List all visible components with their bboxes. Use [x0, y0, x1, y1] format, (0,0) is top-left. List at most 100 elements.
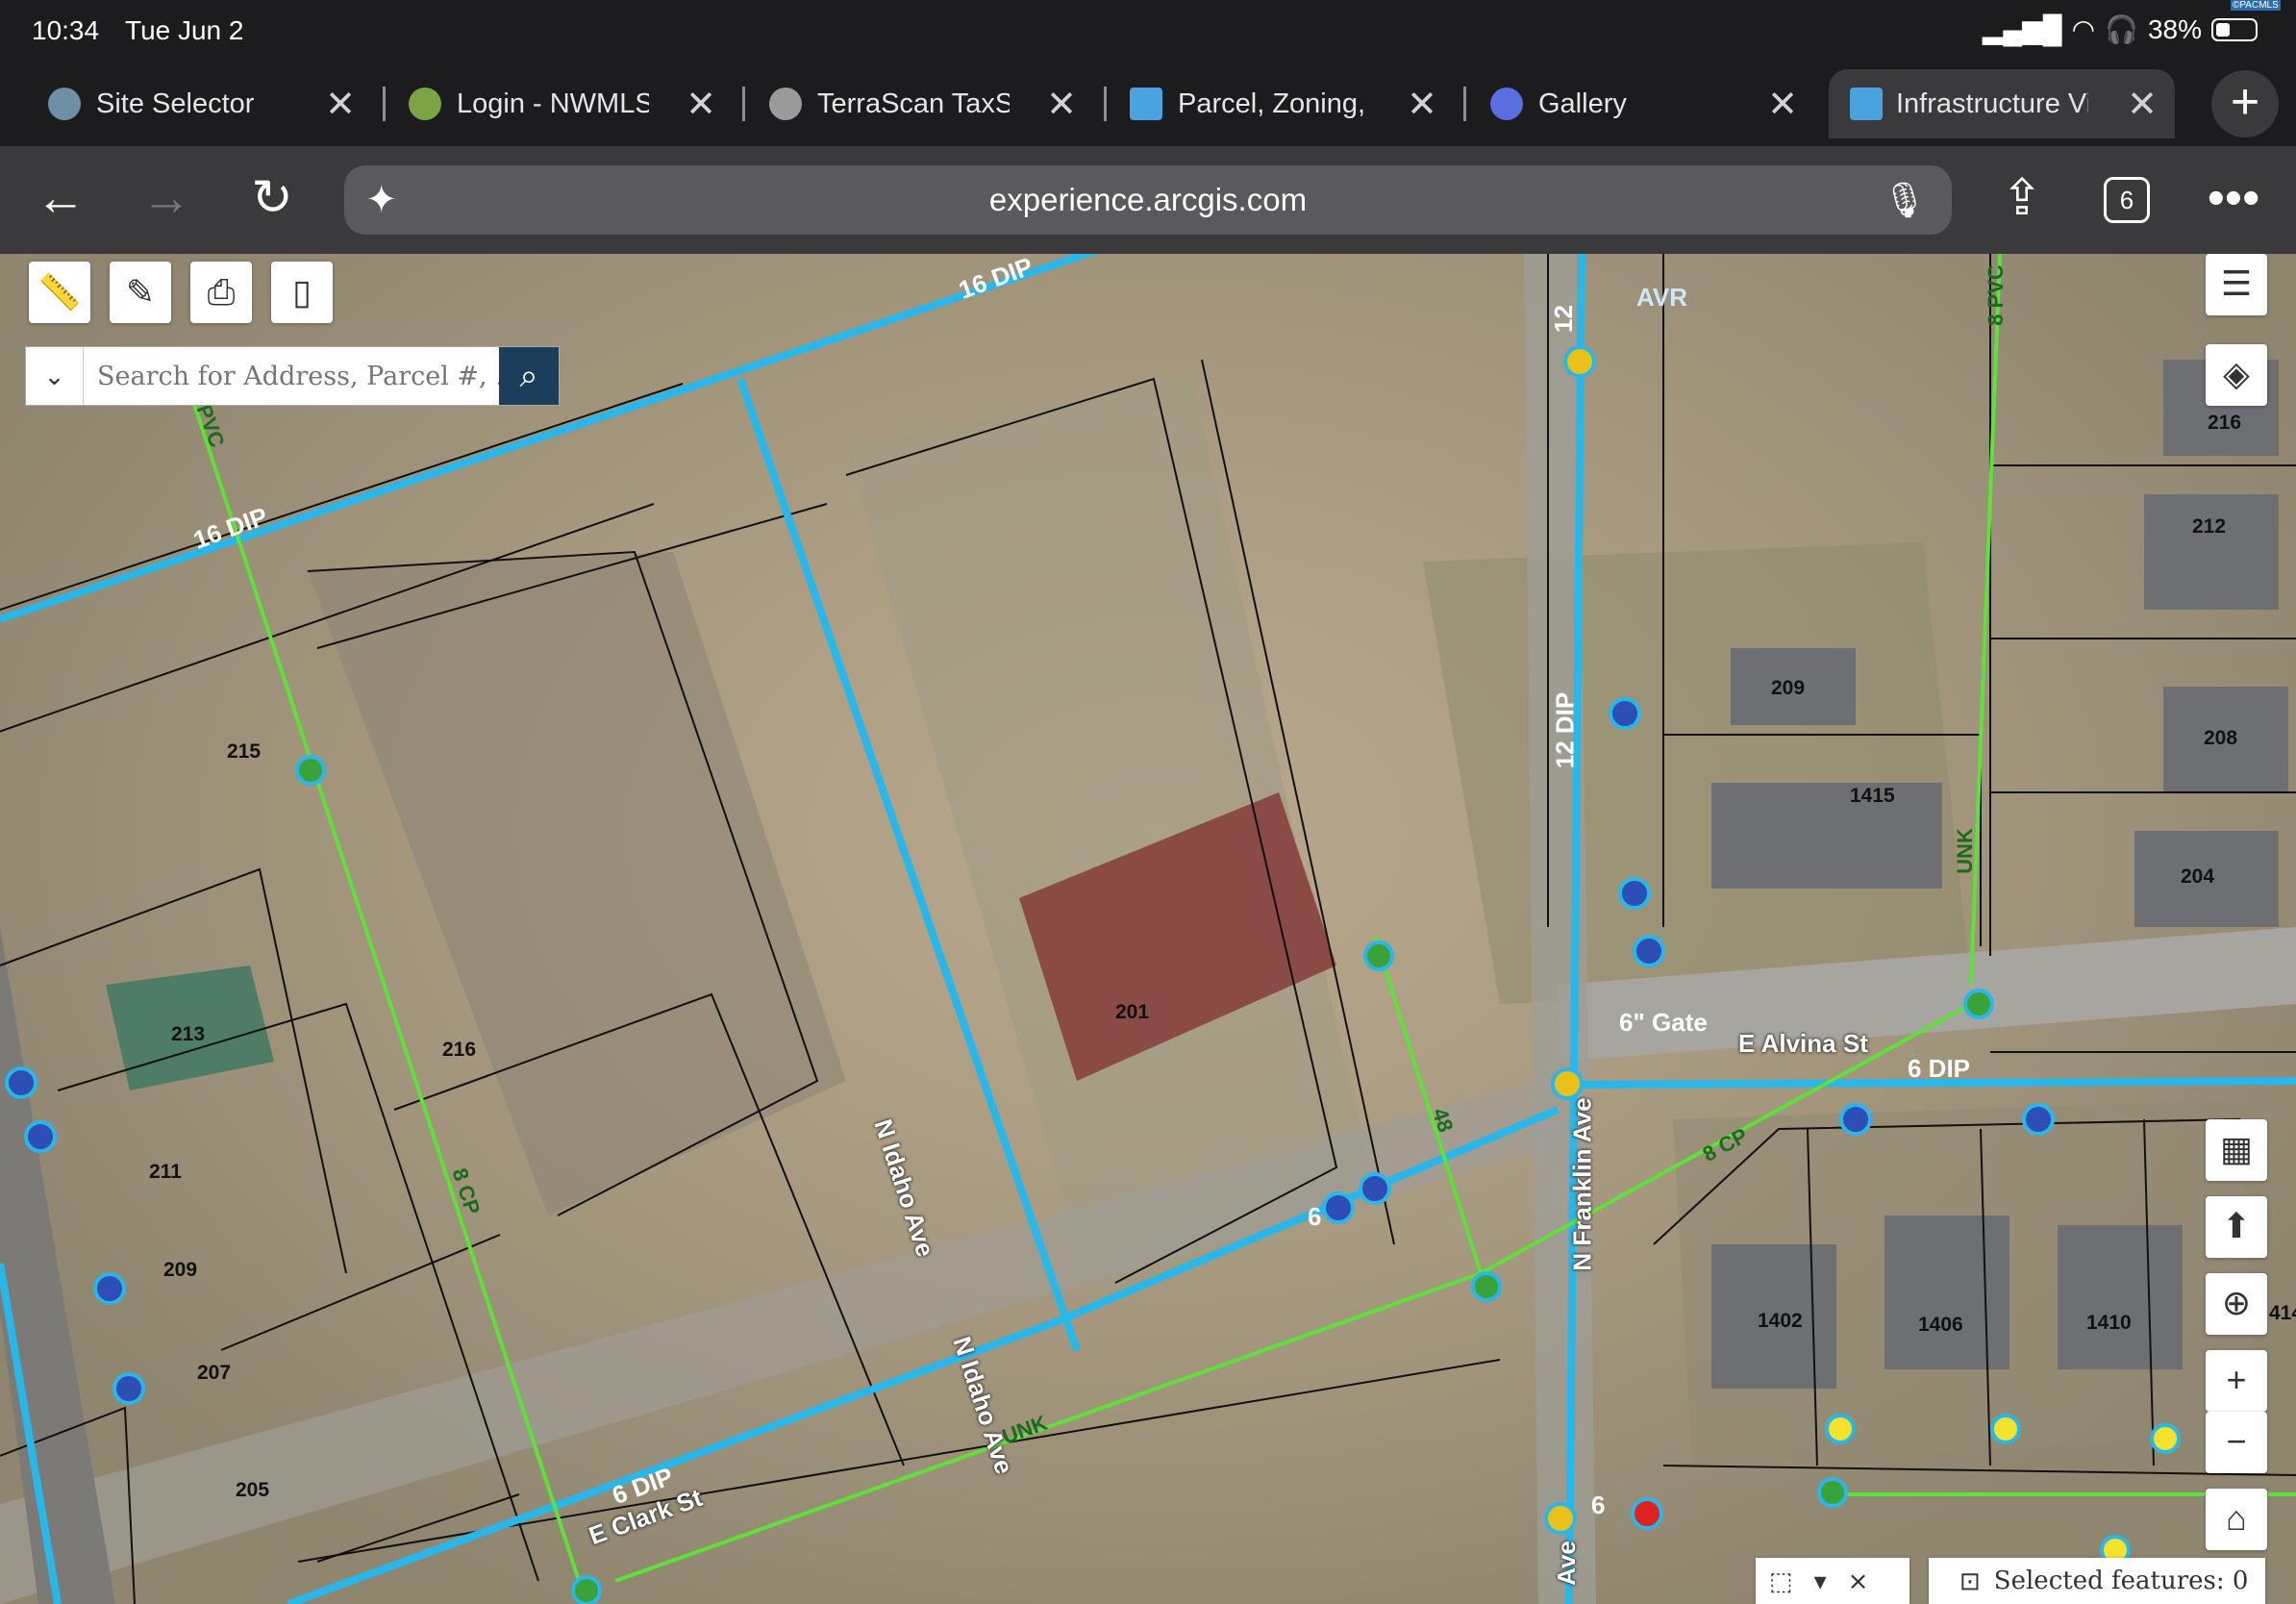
- copyright-badge: ©PACMLS: [2231, 0, 2281, 11]
- draw-icon: ✎: [125, 272, 156, 312]
- tab-terrascan[interactable]: TerraScan TaxSi ✕: [769, 69, 1077, 138]
- sewer-main-8pvc: [1969, 254, 2002, 986]
- back-arrow-icon[interactable]: ←: [27, 167, 94, 235]
- parcel-label: 216: [442, 1039, 477, 1061]
- tab-divider: [742, 87, 745, 121]
- bookmark-button[interactable]: ▯: [271, 262, 333, 323]
- parcel-label: 209: [163, 1259, 198, 1281]
- street-label: E Alvina St: [1738, 1029, 1868, 1058]
- tab-title: Gallery: [1538, 88, 1627, 119]
- draw-button[interactable]: ✎: [110, 262, 171, 323]
- search-input[interactable]: [84, 347, 499, 405]
- street-label: N Franklin Ave: [1567, 1097, 1597, 1271]
- home-icon: ⌂: [2226, 1498, 2247, 1538]
- minus-icon: −: [2226, 1421, 2247, 1461]
- print-button[interactable]: ⎙: [190, 262, 252, 323]
- reload-icon[interactable]: ↻: [238, 167, 306, 235]
- tab-site-selector[interactable]: Site Selector ✕: [48, 69, 356, 138]
- url-text: experience.arcgis.com: [988, 182, 1308, 217]
- layers-button[interactable]: ◈: [2206, 344, 2267, 406]
- tab-infrastructure[interactable]: Infrastructure Vi ✕: [1829, 69, 2175, 138]
- close-icon[interactable]: ✕: [325, 83, 356, 126]
- tab-divider: [1104, 87, 1107, 121]
- road-surface: [0, 1081, 1577, 1604]
- gallery-icon: [1490, 88, 1523, 120]
- parcel-label: 216: [2208, 412, 2242, 434]
- zoom-in-button[interactable]: +: [2206, 1350, 2267, 1412]
- home-button[interactable]: ⌂: [2206, 1489, 2267, 1550]
- tab-title: TerraScan TaxSi: [817, 88, 1010, 119]
- measure-button[interactable]: 📏: [29, 262, 90, 323]
- close-icon[interactable]: ✕: [1407, 83, 1437, 126]
- forward-arrow-icon[interactable]: →: [133, 167, 200, 235]
- parcel-label: 215: [227, 740, 262, 763]
- tab-login-nwmls[interactable]: Login - NWMLS. ✕: [409, 69, 716, 138]
- arcgis-icon: [1130, 88, 1162, 120]
- tab-title: Login - NWMLS.: [457, 88, 649, 119]
- close-icon[interactable]: ✕: [1046, 83, 1077, 126]
- parcel-label: 1415: [1850, 785, 1895, 807]
- battery-icon: [2211, 17, 2258, 41]
- chevron-down-icon: ⌄: [43, 362, 65, 390]
- parcel-label: 213: [171, 1023, 206, 1045]
- parcel-label: 1410: [2086, 1312, 2132, 1334]
- plus-icon: +: [2226, 1360, 2247, 1399]
- compass-button[interactable]: ⬆: [2206, 1196, 2267, 1258]
- status-indicators: ▂▄▆█ ◠ 🎧 38%: [1983, 13, 2258, 45]
- more-icon[interactable]: •••: [2200, 167, 2267, 235]
- sparkle-icon[interactable]: ✦: [365, 165, 398, 235]
- select-pointer-icon[interactable]: ⬚: [1769, 1566, 1793, 1596]
- tab-favicon-icon: [48, 88, 81, 120]
- parcel-label: 1406: [1918, 1314, 1963, 1336]
- select-features-icon: ⊡: [1959, 1566, 1981, 1595]
- wifi-icon: ◠: [2071, 14, 2096, 44]
- battery-level: [2216, 22, 2231, 37]
- sewer-label: 8 PVC: [1983, 264, 2008, 326]
- ruler-icon: 📏: [37, 272, 82, 312]
- selected-features-count: Selected features: 0: [1993, 1566, 2249, 1595]
- clear-selection-icon[interactable]: ⨯: [1848, 1566, 1869, 1596]
- share-icon[interactable]: ⇪: [1988, 167, 2056, 235]
- signal-icon: ▂▄▆█: [1982, 14, 2062, 44]
- new-tab-button[interactable]: +: [2211, 70, 2279, 138]
- microphone-icon[interactable]: 🎙: [1883, 165, 1927, 235]
- layers-icon: ◈: [2223, 354, 2250, 393]
- sewer-label: UNK: [1952, 828, 1977, 874]
- map-features: [0, 254, 2296, 1604]
- locate-button[interactable]: ⊕: [2206, 1273, 2267, 1335]
- browser-toolbar: ← → ↻ ✦ experience.arcgis.com 🎙 ⇪ 6 •••: [0, 146, 2296, 254]
- pipe-label: 6" Gate: [1619, 1008, 1708, 1037]
- search-button[interactable]: ⌕: [499, 347, 559, 405]
- aerial-lot-patch: [308, 552, 846, 1216]
- tab-title: Infrastructure Vi: [1896, 88, 2088, 119]
- parcel-label: 211: [149, 1161, 182, 1183]
- close-icon[interactable]: ✕: [2127, 83, 2158, 126]
- basemap-button[interactable]: ▦: [2206, 1119, 2267, 1181]
- selection-tools: ⬚ ▾ ⨯: [1756, 1558, 1909, 1604]
- parcel-label: 209: [1771, 677, 1806, 699]
- status-date: Tue Jun 2: [125, 15, 244, 45]
- selected-features-panel[interactable]: ⊡ Selected features: 0: [1929, 1558, 2265, 1604]
- map-view[interactable]: 215 213 216 211 209 207 205 201 216 212 …: [0, 254, 2296, 1604]
- pipe-label: 12 DIP: [1550, 691, 1580, 769]
- pipe-label: 12: [1548, 305, 1578, 333]
- tab-parcel-zoning[interactable]: Parcel, Zoning, a ✕: [1130, 69, 1437, 138]
- street-label: Ave: [1551, 1541, 1581, 1586]
- chevron-down-icon[interactable]: ▾: [1814, 1566, 1827, 1596]
- tab-overview-button[interactable]: 6: [2104, 177, 2150, 223]
- status-time: 10:34: [32, 15, 100, 45]
- parcel-label: 204: [2181, 865, 2215, 888]
- legend-button[interactable]: ☰: [2206, 254, 2267, 315]
- pipe-label: 6: [1591, 1491, 1606, 1519]
- globe-icon: [769, 88, 802, 120]
- close-icon[interactable]: ✕: [1767, 83, 1798, 126]
- tab-gallery[interactable]: Gallery ✕: [1490, 69, 1798, 138]
- tab-divider: [1463, 87, 1466, 121]
- aerial-grass-patch: [1423, 542, 1971, 1004]
- address-bar[interactable]: ✦ experience.arcgis.com 🎙: [344, 165, 1952, 235]
- search-source-dropdown[interactable]: ⌄: [26, 347, 84, 405]
- parcel-label: 207: [197, 1362, 232, 1384]
- zoom-out-button[interactable]: −: [2206, 1412, 2267, 1473]
- close-icon[interactable]: ✕: [686, 83, 716, 126]
- parcel-label: 212: [2192, 515, 2227, 538]
